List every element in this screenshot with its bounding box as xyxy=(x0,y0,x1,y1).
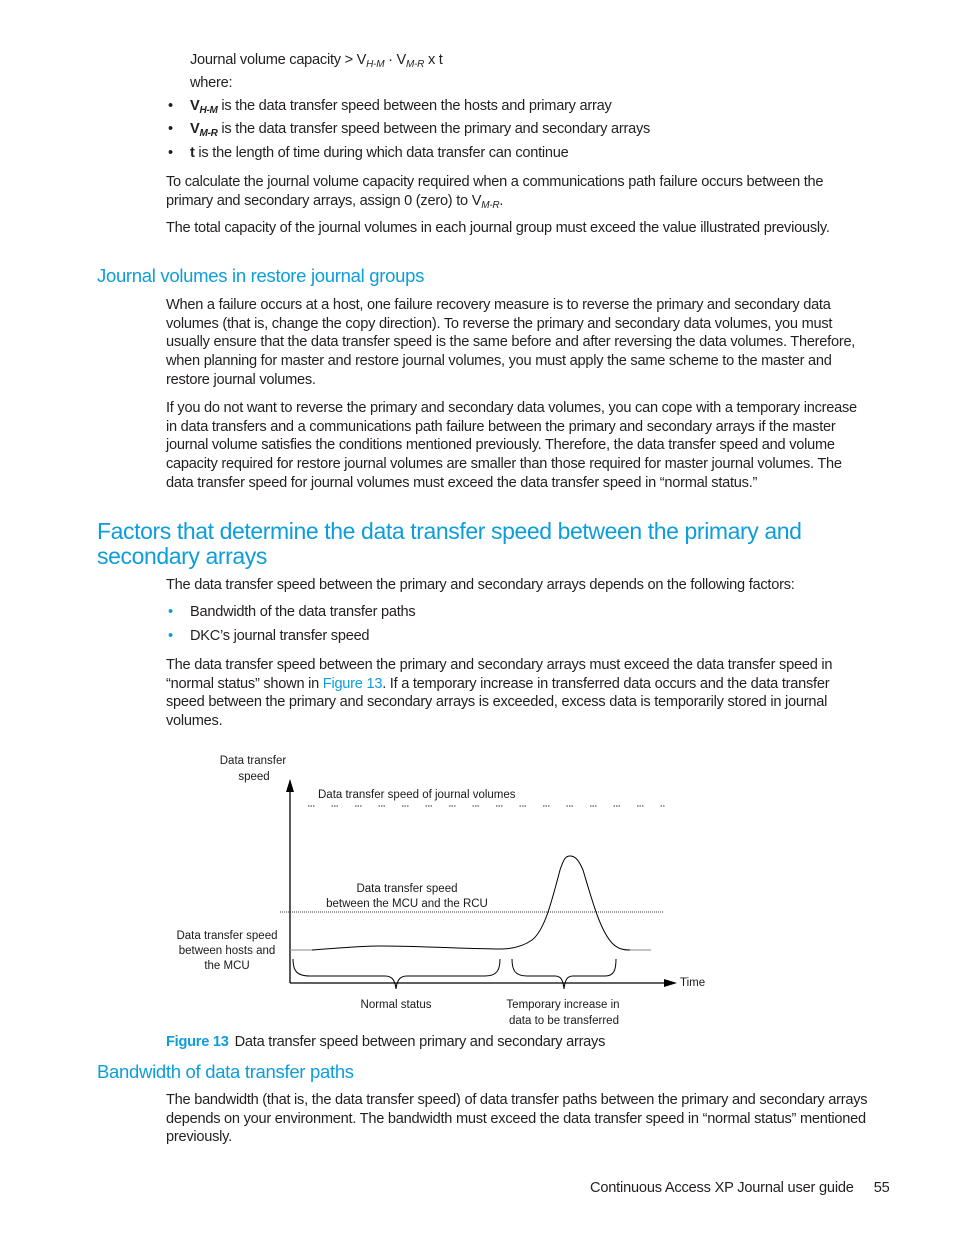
x-axis-arrow-icon xyxy=(664,979,677,987)
bullet-icon: • xyxy=(168,604,173,620)
factor-item: • Bandwidth of the data transfer paths xyxy=(168,604,416,620)
factor-text: DKC’s journal transfer speed xyxy=(190,628,370,644)
definition-text: is the data transfer speed between the h… xyxy=(217,98,612,114)
factor-item: • DKC’s journal transfer speed xyxy=(168,628,370,644)
definition-sub: H-M xyxy=(199,105,218,116)
bullet-icon: • xyxy=(168,628,173,644)
y-axis-label-line1: Data transfer xyxy=(220,755,287,767)
y-axis-arrow-icon xyxy=(286,779,294,792)
y-axis-label-line2: speed xyxy=(238,771,269,783)
definition-text: is the data transfer speed between the p… xyxy=(217,121,651,137)
heading-factors: Factors that determine the data transfer… xyxy=(97,518,802,569)
where-label: where: xyxy=(190,75,233,91)
definition-item: • t is the length of time during which d… xyxy=(168,145,569,161)
figure-caption-text: Data transfer speed between primary and … xyxy=(234,1034,606,1050)
host-label-line1: Data transfer speed xyxy=(176,930,277,942)
factors-intro: The data transfer speed between the prim… xyxy=(166,577,795,593)
calc-sub: M-R xyxy=(481,199,500,211)
formula-sub-mr: M-R xyxy=(406,59,425,70)
formula-sub-hm: H-M xyxy=(366,59,385,70)
temporary-increase-brace xyxy=(511,958,617,990)
bullet-icon: • xyxy=(168,121,173,137)
definition-sub: M-R xyxy=(199,128,218,139)
figure-caption: Figure 13 Data transfer speed between pri… xyxy=(166,1034,605,1050)
restore-paragraph-1: When a failure occurs at a host, one fai… xyxy=(166,297,856,388)
factors-paragraph: The data transfer speed between the prim… xyxy=(166,656,871,731)
page-footer: Continuous Access XP Journal user guide 5… xyxy=(590,1180,890,1196)
normal-status-label: Normal status xyxy=(361,999,432,1011)
formula-text: · V xyxy=(384,52,407,68)
mcu-rcu-label-line1: Data transfer speed xyxy=(356,883,457,895)
temp-label-line1: Temporary increase in xyxy=(506,999,619,1011)
restore-paragraph-2: If you do not want to reverse the primar… xyxy=(166,400,857,491)
footer-title: Continuous Access XP Journal user guide xyxy=(590,1180,854,1196)
definition-item: • VM-R is the data transfer speed betwee… xyxy=(168,121,651,139)
definition-text: is the length of time during which data … xyxy=(194,145,569,161)
bullet-icon: • xyxy=(168,98,173,114)
figure-13-link[interactable]: Figure 13 xyxy=(323,676,383,692)
calc-end: . xyxy=(499,192,504,209)
page-number: 55 xyxy=(873,1180,890,1196)
x-axis-label: Time xyxy=(680,977,705,989)
host-label-line3: the MCU xyxy=(204,960,249,972)
formula: Journal volume capacity > VH-M · VM-R x … xyxy=(190,51,895,75)
bullet-icon: • xyxy=(168,145,173,161)
normal-status-brace xyxy=(292,958,501,990)
data-transfer-speed-diagram: Data transfer speed Time Data transfer s… xyxy=(176,755,705,1027)
heading-restore-journal-groups: Journal volumes in restore journal group… xyxy=(97,265,425,286)
definition-item: • VH-M is the data transfer speed betwee… xyxy=(168,98,612,116)
formula-text: x t xyxy=(424,52,443,68)
journal-line-label: Data transfer speed of journal volumes xyxy=(318,789,516,801)
total-capacity-paragraph: The total capacity of the journal volume… xyxy=(166,220,830,236)
figure-label: Figure 13 xyxy=(166,1034,229,1050)
factor-text: Bandwidth of the data transfer paths xyxy=(190,604,416,620)
formula-text: Journal volume capacity > V xyxy=(190,52,367,68)
heading-bandwidth: Bandwidth of data transfer paths xyxy=(97,1061,354,1082)
host-label-line2: between hosts and xyxy=(179,945,276,957)
mcu-rcu-label-line2: between the MCU and the RCU xyxy=(326,898,488,910)
calc-paragraph: To calculate the journal volume capacity… xyxy=(166,173,871,215)
bandwidth-paragraph: The bandwidth (that is, the data transfe… xyxy=(166,1092,868,1146)
temp-label-line2: data to be transferred xyxy=(509,1015,619,1027)
